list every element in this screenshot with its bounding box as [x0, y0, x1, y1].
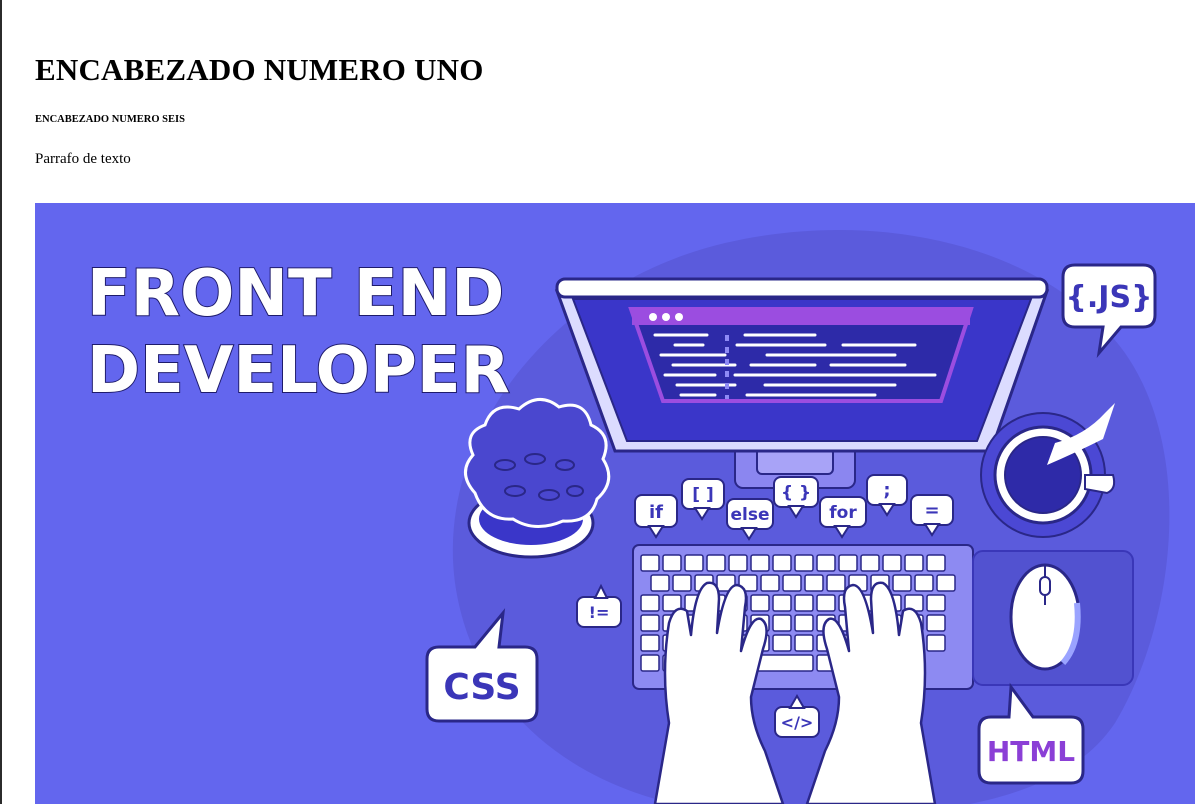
- keyboard-key: [760, 574, 780, 592]
- keyboard-key: [926, 614, 946, 632]
- keyboard-key: [706, 554, 726, 572]
- keyboard-key: [794, 634, 814, 652]
- plant-icon: [464, 398, 611, 559]
- hero-title-line-2: DEVELOPER: [87, 334, 510, 408]
- keyboard-key: [640, 554, 660, 572]
- not-equal-bubble-label: !=: [589, 603, 610, 622]
- for-bubble-label: for: [829, 503, 857, 523]
- hero-illustration: FRONT END DEVELOPER {.JS} if [] else {…: [86, 230, 1170, 804]
- keyboard-key: [728, 554, 748, 572]
- keyboard-key: [750, 594, 770, 612]
- keyboard-key: [772, 554, 792, 572]
- equals-bubble-label: =: [924, 500, 939, 521]
- keyboard-key: [838, 554, 858, 572]
- keyboard-key: [772, 634, 792, 652]
- keyboard-key: [662, 554, 682, 572]
- else-bubble-label: else: [730, 505, 769, 525]
- keyboard-key: [904, 554, 924, 572]
- keyboard-key: [926, 554, 946, 572]
- semicolon-bubble-label: ;: [883, 480, 890, 501]
- keyboard-key: [640, 614, 660, 632]
- keyboard-key: [672, 574, 692, 592]
- keyboard-key: [794, 614, 814, 632]
- if-bubble-label: if: [649, 502, 663, 523]
- keyboard-key: [772, 614, 792, 632]
- keyboard-key: [750, 554, 770, 572]
- braces-bubble-label: { }: [781, 483, 811, 503]
- heading-1: ENCABEZADO NUMERO UNO: [35, 52, 484, 87]
- keyboard-key: [640, 654, 660, 672]
- html-bubble-label: HTML: [987, 735, 1075, 768]
- keyboard-key: [892, 574, 912, 592]
- heading-6: ENCABEZADO NUMERO SEIS: [35, 114, 185, 125]
- keyboard-key: [926, 634, 946, 652]
- keyboard-key: [936, 574, 956, 592]
- keyboard-key: [794, 594, 814, 612]
- keyboard-key: [816, 554, 836, 572]
- keyboard-key: [794, 554, 814, 572]
- brackets-bubble-label: [ ]: [692, 485, 713, 505]
- keyboard-key: [816, 594, 836, 612]
- front-end-developer-image: FRONT END DEVELOPER {.JS} if [] else {…: [35, 203, 1195, 804]
- keyboard-key: [782, 574, 802, 592]
- window-left-border: [0, 0, 2, 804]
- keyboard-key: [882, 554, 902, 572]
- keyboard-key: [684, 554, 704, 572]
- css-bubble-label: CSS: [443, 667, 520, 708]
- tag-bubble-label: </>: [781, 713, 814, 732]
- keyboard-key: [860, 554, 880, 572]
- keyboard-key: [640, 634, 660, 652]
- keyboard-key: [640, 594, 660, 612]
- keyboard-key: [804, 574, 824, 592]
- keyboard-key: [914, 574, 934, 592]
- js-bubble-label: {.JS}: [1066, 280, 1153, 315]
- paragraph-text: Parrafo de texto: [35, 151, 131, 167]
- keyboard-key: [772, 594, 792, 612]
- keyboard-key: [650, 574, 670, 592]
- keyboard-key: [826, 574, 846, 592]
- mouse-icon: [972, 550, 1134, 686]
- keyboard-key: [926, 594, 946, 612]
- hero-title-line-1: FRONT END: [87, 257, 504, 331]
